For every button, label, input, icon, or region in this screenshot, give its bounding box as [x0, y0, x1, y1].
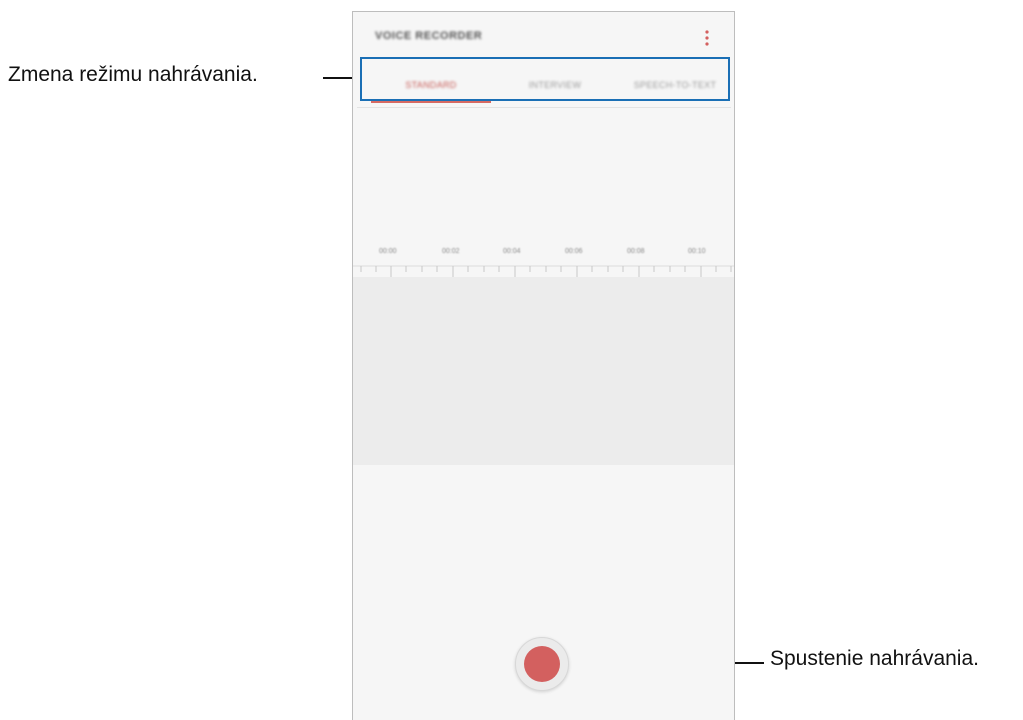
app-title: VOICE RECORDER	[375, 30, 483, 42]
more-vert-icon[interactable]	[702, 28, 712, 48]
tabs-divider	[357, 107, 731, 108]
waveform-area	[353, 277, 734, 465]
timeline-label: 00:08	[627, 248, 645, 255]
record-button[interactable]	[515, 637, 569, 691]
timeline-label: 00:10	[688, 248, 706, 255]
active-tab-indicator	[371, 101, 491, 103]
timeline-label: 00:00	[379, 248, 397, 255]
tabs-highlight-box	[360, 57, 730, 101]
record-icon	[524, 646, 560, 682]
callout-mode-text: Zmena režimu nahrávania.	[8, 63, 258, 86]
phone-screen: VOICE RECORDER STANDARD INTERVIEW SPEECH…	[352, 11, 735, 720]
timeline-label: 00:06	[565, 248, 583, 255]
timeline-label: 00:02	[442, 248, 460, 255]
callout-record-text: Spustenie nahrávania.	[770, 647, 979, 670]
timeline-label: 00:04	[503, 248, 521, 255]
